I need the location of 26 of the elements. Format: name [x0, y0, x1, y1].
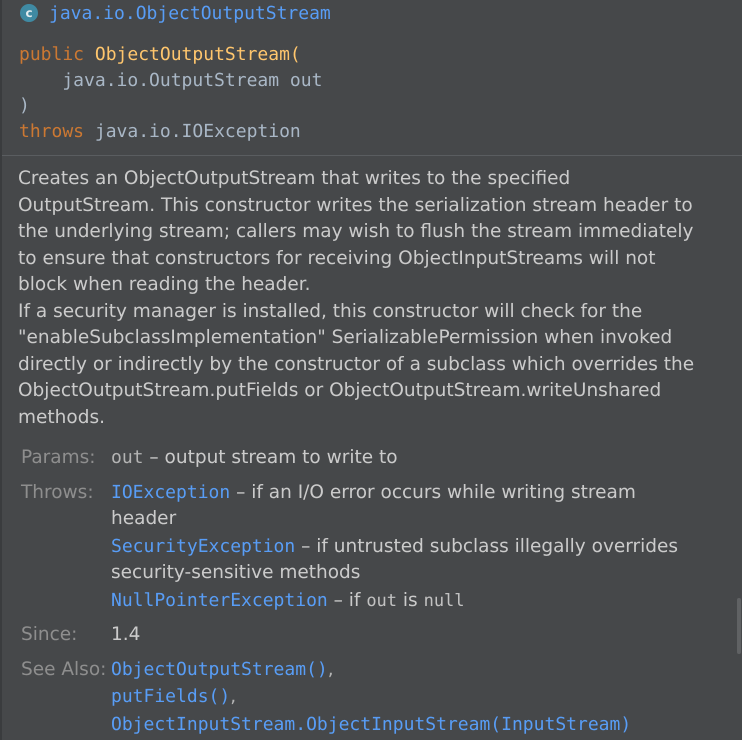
constructor-name: ObjectOutputStream(: [94, 44, 301, 65]
description-paragraph: Creates an ObjectOutputStream that writes to the specified OutputStream. This constructor writes the serialization stream header to the underlying stream; callers may wish to flush the stream immediately to ensure that constructors for receiving ObjectInputStreams will not block when reading the header.: [18, 167, 694, 297]
code-text: java.io.OutputStream out: [62, 70, 322, 90]
doc-link[interactable]: ObjectInputStream.ObjectInputStream(InputStream): [111, 714, 632, 734]
tag-entry: IOException – if an I/O error occurs while writing stream header: [111, 480, 637, 531]
tag-label: Since:: [21, 623, 78, 647]
class-icon: c: [20, 4, 38, 22]
list-separator: ,: [230, 686, 236, 707]
code-text: ): [19, 95, 30, 116]
code-text: java.io.IOException: [94, 120, 301, 142]
class-qualified-name: java.io.ObjectOutputStream: [49, 2, 331, 24]
doc-link[interactable]: ObjectOutputStream(): [111, 658, 328, 680]
tag-entry: out – output stream to write to: [111, 446, 399, 470]
tag-entry: NullPointerException – if out is null: [111, 588, 466, 612]
list-separator: ,: [328, 658, 334, 680]
tag-value: 1.4: [111, 624, 140, 645]
code-keyword: public: [19, 44, 84, 65]
doc-link[interactable]: IOException: [111, 482, 230, 502]
doc-link[interactable]: NullPointerException: [111, 590, 328, 610]
tag-label: Params:: [21, 446, 96, 470]
tag-label: See Also:: [21, 658, 108, 682]
doc-link[interactable]: putFields(): [111, 686, 230, 707]
code-keyword: throws: [19, 120, 84, 142]
doc-link[interactable]: SecurityException: [111, 536, 296, 556]
description-paragraph: If a security manager is installed, this constructor will check for the "enableSubclassImplementation" SerializablePermission when invoked directly or indirectly by the constructor of a subclass which overrides the ObjectOutputStream.putFields or ObjectOutputStream.writeUnshared methods.: [18, 300, 696, 430]
tag-label: Throws:: [21, 480, 95, 504]
